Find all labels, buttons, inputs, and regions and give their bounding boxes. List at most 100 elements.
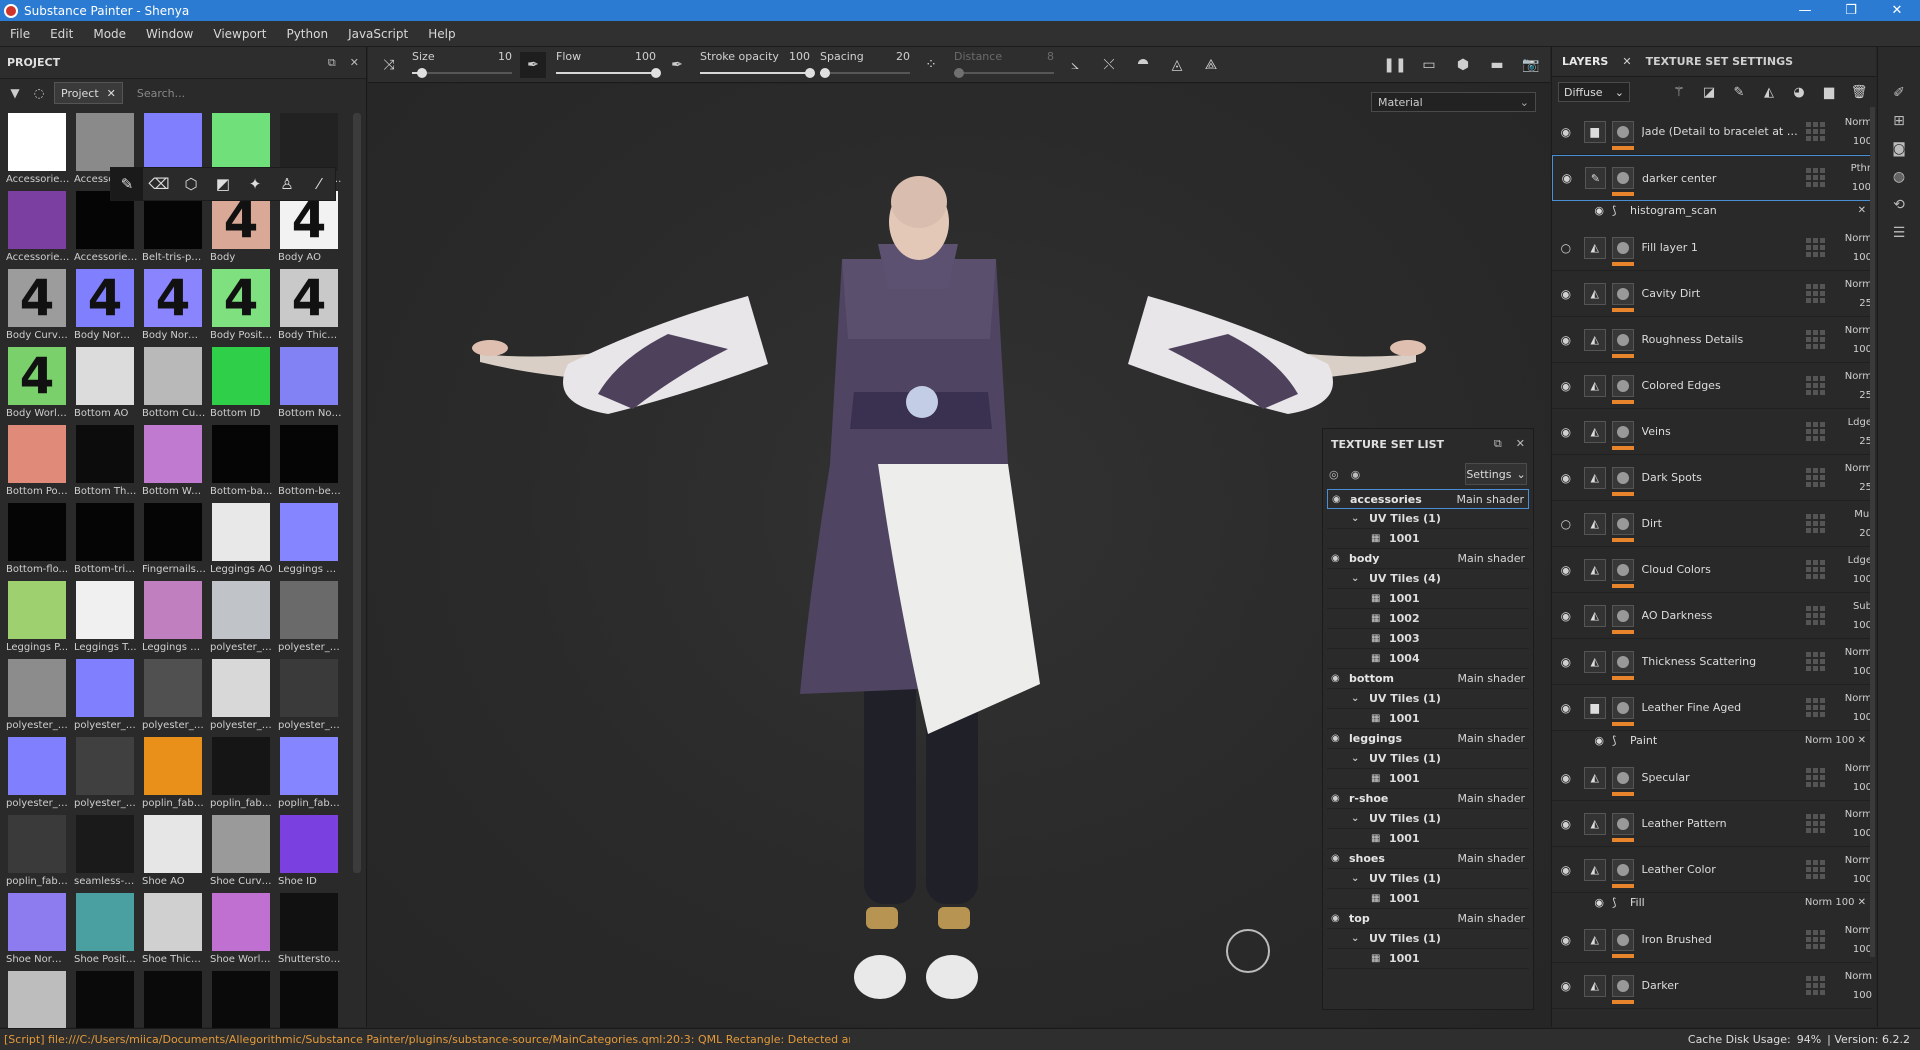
asset-thumbnail[interactable]: poplin_fabri... [139,737,207,815]
uv-tile-row[interactable]: ▦ 1001 [1327,829,1529,849]
menu-python[interactable]: Python [276,27,338,41]
texture-set-row[interactable]: ◉ shoes Main shader [1327,849,1529,869]
asset-thumbnail[interactable]: seamless-fl... [71,815,139,893]
eye-icon[interactable]: ◉ [1552,333,1580,347]
menu-mode[interactable]: Mode [83,27,136,41]
layer-row[interactable]: ◉ ◭ Iron Brushed Norm 100 [1552,917,1872,963]
eye-icon[interactable]: ◉ [1552,655,1580,669]
texture-set-row[interactable]: ◉ top Main shader [1327,909,1529,929]
layer-opacity[interactable]: 100 [1853,990,1872,1001]
layer-row[interactable]: ◉ ▆ Leather Fine Aged Norm 100 [1552,685,1872,731]
filter-icon[interactable]: ▼ [6,84,24,102]
layer-channels-icon[interactable] [1806,421,1827,442]
layer-row[interactable]: ◉ ◭ Darker Norm 100 [1552,963,1872,1009]
layer-opacity[interactable]: 100 [1852,182,1871,193]
asset-thumbnail[interactable]: Leggings T... [71,581,139,659]
uv-tiles-row[interactable]: ⌄ UV Tiles (1) [1327,869,1529,889]
asset-thumbnail[interactable]: Bottom-tris... [71,503,139,581]
eye-icon[interactable]: ◉ [1552,125,1580,139]
tab-texture-set-settings[interactable]: TEXTURE SET SETTINGS [1636,55,1803,68]
distance-toggle-icon[interactable]: ⁘ [918,52,944,78]
menu-file[interactable]: File [0,27,40,41]
eye-icon[interactable]: ◉ [1332,494,1346,505]
chevron-down-icon[interactable]: ⌄ [1351,573,1365,584]
layer-mask-thumbnail[interactable] [1611,696,1634,726]
blend-mode-select[interactable]: Norm [1845,693,1872,704]
screenshot-icon[interactable]: 📷 [1518,52,1544,78]
view-mode-3d-icon[interactable]: ⬢ [1450,52,1476,78]
search-input[interactable]: Search... [129,82,360,104]
asset-thumbnail[interactable]: poplin_fabri... [207,737,275,815]
color-picker-icon[interactable]: ⁄ [303,168,335,200]
shader-select[interactable]: Main shader [1458,792,1529,805]
asset-thumbnail[interactable]: Leggings P... [3,581,71,659]
eye-icon[interactable]: ◉ [1552,563,1580,577]
blend-mode-select[interactable]: Ldge [1848,555,1872,566]
asset-thumbnail[interactable]: Accessories ... [3,191,71,269]
chevron-down-icon[interactable]: ⌄ [1351,753,1365,764]
camera-view-icon[interactable]: ▬ [1484,52,1510,78]
asset-thumbnail[interactable]: Shoe ID [275,815,343,893]
asset-thumbnail[interactable]: Belt-tris-pat... [139,191,207,269]
asset-thumbnail[interactable]: 4 Body Positi... [207,269,275,347]
tab-layers[interactable]: LAYERS [1552,55,1618,68]
eye-icon[interactable]: ◉ [1552,609,1580,623]
layer-row[interactable]: ◉ ◭ Cloud Colors Ldge 100 [1552,547,1872,593]
layer-row[interactable]: ◉ ◭ Dark Spots Norm 25 [1552,455,1872,501]
uv-tile-row[interactable]: ▦ 1001 [1327,709,1529,729]
asset-thumbnail[interactable]: 4 Body Curva... [3,269,71,347]
menu-viewport[interactable]: Viewport [203,27,276,41]
sub-layer-row[interactable]: ◉ ⟆ histogram_scan ✕ [1552,199,1872,221]
layer-mask-thumbnail[interactable] [1612,167,1635,196]
layer-mask-thumbnail[interactable] [1611,374,1634,404]
blend-mode-select[interactable]: Norm [1845,463,1872,474]
chevron-down-icon[interactable]: ⌄ [1351,873,1365,884]
asset-thumbnail[interactable]: 4 Body Thick... [275,269,343,347]
asset-thumbnail[interactable]: Shoe AO [139,815,207,893]
view-mode-2d-icon[interactable]: ▭ [1416,52,1442,78]
uv-tiles-row[interactable]: ⌄ UV Tiles (1) [1327,929,1529,949]
asset-thumbnail[interactable]: Bottom AO [71,347,139,425]
layer-channels-icon[interactable] [1806,975,1827,996]
layer-channels-icon[interactable] [1806,929,1827,950]
texture-set-row[interactable]: ◉ leggings Main shader [1327,729,1529,749]
asset-thumbnail[interactable]: Shoe World... [207,893,275,971]
close-tab-icon[interactable]: ✕ [1618,55,1635,68]
blend-mode-select[interactable]: Norm [1845,809,1872,820]
flow-slider[interactable]: Flow 100 [556,47,661,83]
eye-icon[interactable]: ◉ [1552,379,1580,393]
asset-thumbnail[interactable]: 4 Body Normal [71,269,139,347]
eye-icon[interactable]: ◉ [1552,863,1580,877]
layer-channels-icon[interactable] [1806,467,1827,488]
layer-channels-icon[interactable] [1806,329,1827,350]
layer-mask-thumbnail[interactable] [1611,558,1634,588]
eye-icon[interactable]: ◉ [1331,913,1345,924]
blend-mode-select[interactable]: Norm [1845,117,1872,128]
layer-row[interactable]: ◉ ◭ Specular Norm 100 [1552,755,1872,801]
eye-icon[interactable]: ◉ [1553,171,1581,185]
layer-row[interactable]: ○ ◭ Dirt Mul 20 [1552,501,1872,547]
layer-channels-icon[interactable] [1806,813,1827,834]
layer-channels-icon[interactable] [1806,559,1827,580]
layer-channels-icon[interactable] [1805,168,1826,188]
layer-mask-thumbnail[interactable] [1611,282,1634,312]
asset-thumbnail[interactable]: Bottom Cur... [139,347,207,425]
eye-icon[interactable]: ◉ [1351,468,1361,481]
layer-channels-icon[interactable] [1806,237,1827,258]
layer-channels-icon[interactable] [1806,697,1827,718]
eye-icon[interactable]: ◉ [1331,793,1345,804]
project-tab[interactable]: Project ✕ [54,82,123,104]
asset-thumbnail[interactable]: polyester_c... [139,659,207,737]
pen-pressure-icon[interactable]: ✒ [520,51,546,78]
layer-row[interactable]: ◉ ◭ Leather Pattern Norm 100 [1552,801,1872,847]
eye-closed-icon[interactable]: ○ [1552,241,1580,255]
layer-mask-thumbnail[interactable] [1611,420,1634,450]
add-effect-icon[interactable]: ⚚ [1668,85,1690,100]
asset-thumbnail[interactable]: Leggings AO [207,503,275,581]
uv-tiles-row[interactable]: ⌄ UV Tiles (1) [1327,509,1529,529]
smudge-icon[interactable]: ✦ [239,168,271,200]
eye-icon[interactable]: ◉ [1331,733,1345,744]
eye-icon[interactable]: ◉ [1552,771,1580,785]
asset-thumbnail[interactable]: Leggings N... [275,503,343,581]
blend-mode-select[interactable]: Norm [1845,855,1872,866]
